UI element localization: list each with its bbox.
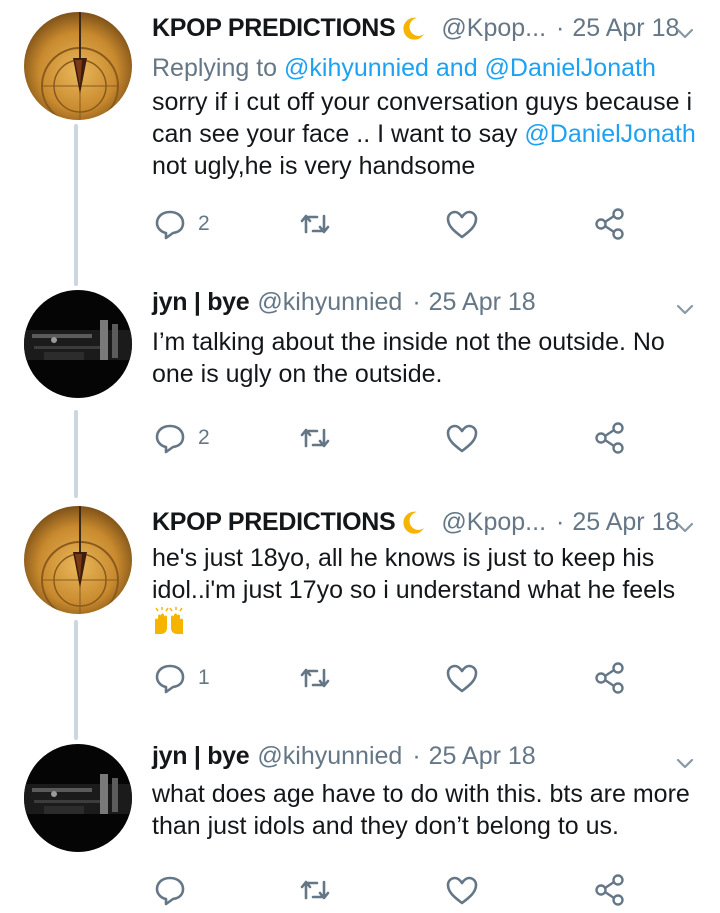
tweet-header: jyn | bye @kihyunnied · 25 Apr 18 [152, 740, 700, 772]
tweet[interactable]: jyn | bye @kihyunnied · 25 Apr 18 what d… [0, 740, 720, 913]
avatar[interactable] [24, 12, 132, 120]
reply-icon [155, 424, 185, 454]
share-button[interactable] [592, 872, 628, 908]
reply-count: 2 [198, 212, 210, 235]
display-name[interactable]: KPOP PREDICTIONS [152, 508, 396, 537]
retweet-icon [300, 428, 330, 448]
replying-to: Replying to @kihyunnied and @DanielJonat… [152, 52, 700, 84]
reply-count: 2 [198, 426, 210, 449]
handle[interactable]: @kihyunnied [257, 742, 402, 771]
reply-button[interactable] [152, 872, 198, 908]
mention-link[interactable]: @DanielJonath [524, 120, 695, 148]
heart-icon [446, 424, 478, 453]
heart-icon [446, 210, 478, 239]
like-button[interactable] [444, 206, 480, 242]
reply-icon [155, 664, 185, 694]
reply-mentions-link[interactable]: @kihyunnied and @DanielJonath [284, 54, 656, 82]
separator-dot: · [412, 287, 421, 316]
raising-hands-icon [155, 607, 183, 634]
avatar[interactable] [24, 506, 132, 614]
display-name[interactable]: KPOP PREDICTIONS [152, 14, 396, 43]
crescent-moon-icon [403, 17, 425, 40]
avatar[interactable] [24, 744, 132, 852]
tweet-actions: 2 [152, 206, 652, 246]
tweet[interactable]: jyn | bye @kihyunnied · 25 Apr 18 I’m ta… [0, 286, 720, 486]
avatar[interactable] [24, 290, 132, 398]
chevron-down-icon[interactable] [674, 516, 696, 538]
reply-button[interactable]: 2 [152, 206, 210, 242]
chevron-down-icon[interactable] [674, 22, 696, 44]
tweet-actions: 2 [152, 420, 652, 460]
tweet[interactable]: KPOP PREDICTIONS @Kpop... · 25 Apr 18 Re… [0, 0, 720, 260]
share-icon [595, 208, 624, 240]
tweet-date[interactable]: 25 Apr 18 [572, 508, 679, 537]
handle[interactable]: @kihyunnied [257, 288, 402, 317]
tweet-date[interactable]: 25 Apr 18 [429, 288, 536, 317]
heart-icon [446, 664, 478, 693]
retweet-icon [300, 880, 330, 900]
tweet-date[interactable]: 25 Apr 18 [429, 742, 536, 771]
reply-count: 1 [198, 666, 210, 689]
chevron-down-icon[interactable] [674, 298, 696, 320]
separator-dot: · [556, 507, 565, 536]
pendulum-avatar-image [24, 506, 132, 614]
retweet-button[interactable] [297, 872, 333, 908]
reply-icon [155, 210, 185, 240]
like-button[interactable] [444, 420, 480, 456]
tweet-text: what does age have to do with this. bts … [152, 780, 690, 840]
display-name[interactable]: jyn | bye [152, 742, 250, 771]
separator-dot: · [556, 13, 565, 42]
separator-dot: · [412, 741, 421, 770]
handle[interactable]: @Kpop... [441, 508, 546, 537]
share-icon [595, 874, 624, 906]
share-button[interactable] [592, 660, 628, 696]
share-icon [595, 662, 624, 694]
retweet-icon [300, 214, 330, 234]
tweet-text: I’m talking about the inside not the out… [152, 328, 665, 388]
night-street-avatar-image [24, 744, 132, 852]
heart-icon [446, 876, 478, 905]
retweet-icon [300, 668, 330, 688]
retweet-button[interactable] [297, 206, 333, 242]
tweet-header: KPOP PREDICTIONS @Kpop... · 25 Apr 18 [152, 12, 700, 44]
retweet-button[interactable] [297, 420, 333, 456]
reply-icon [155, 876, 185, 906]
chevron-down-icon[interactable] [674, 752, 696, 774]
handle[interactable]: @Kpop... [441, 14, 546, 43]
reply-button[interactable]: 1 [152, 660, 210, 696]
reply-button[interactable]: 2 [152, 420, 210, 456]
crescent-moon-icon [403, 511, 425, 534]
tweet-actions [152, 872, 652, 912]
share-button[interactable] [592, 206, 628, 242]
like-button[interactable] [444, 660, 480, 696]
share-icon [595, 422, 624, 454]
share-button[interactable] [592, 420, 628, 456]
tweet-header: jyn | bye @kihyunnied · 25 Apr 18 [152, 286, 700, 318]
tweet-date[interactable]: 25 Apr 18 [572, 14, 679, 43]
pendulum-avatar-image [24, 12, 132, 120]
tweet-text-part: not ugly,he is very handsome [152, 152, 476, 180]
tweet-text-body: he's just 18yo, all he knows is just to … [152, 544, 676, 604]
display-name[interactable]: jyn | bye [152, 288, 250, 317]
night-street-avatar-image [24, 290, 132, 398]
like-button[interactable] [444, 872, 480, 908]
tweet[interactable]: KPOP PREDICTIONS @Kpop... · 25 Apr 18 he… [0, 506, 720, 720]
replying-to-label: Replying to [152, 54, 278, 82]
tweet-text: sorry if i cut off your conversation guy… [152, 86, 700, 182]
tweet-actions: 1 [152, 660, 652, 700]
retweet-button[interactable] [297, 660, 333, 696]
tweet-header: KPOP PREDICTIONS @Kpop... · 25 Apr 18 [152, 506, 700, 538]
tweet-text: he's just 18yo, all he knows is just to … [152, 542, 700, 644]
